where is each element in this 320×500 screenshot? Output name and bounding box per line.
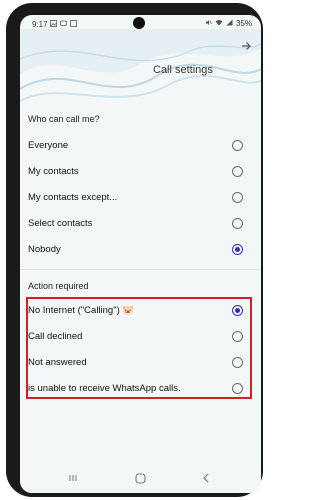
- battery-percentage: 35%: [235, 19, 252, 28]
- wifi-icon: [215, 19, 223, 28]
- radio-button[interactable]: [232, 192, 243, 203]
- option-label: Select contacts: [28, 218, 93, 229]
- home-icon[interactable]: [135, 473, 146, 487]
- option-my-contacts-except[interactable]: My contacts except...: [20, 186, 261, 210]
- radio-button[interactable]: [232, 140, 243, 151]
- radio-button[interactable]: [232, 218, 243, 229]
- navigation-bar: [20, 467, 261, 493]
- recents-icon[interactable]: [68, 473, 78, 486]
- section-divider: [20, 269, 261, 270]
- screen: 9:17 35% Call settings Who can call me? …: [20, 15, 261, 493]
- highlight-box: [26, 297, 252, 399]
- action-required-heading: Action required: [28, 281, 89, 291]
- camera-notch: [133, 17, 145, 29]
- option-everyone[interactable]: Everyone: [20, 134, 261, 158]
- status-system-icons: 35%: [205, 19, 252, 28]
- radio-button[interactable]: [232, 166, 243, 177]
- header-wave-decoration: [20, 29, 261, 102]
- option-label: Nobody: [28, 244, 61, 255]
- radio-button-selected[interactable]: [232, 244, 243, 255]
- mute-icon: [205, 19, 212, 28]
- phone-frame: 9:17 35% Call settings Who can call me? …: [6, 3, 263, 497]
- status-notification-icons: [50, 20, 77, 29]
- option-label: My contacts: [28, 166, 79, 177]
- option-label: My contacts except...: [28, 192, 118, 203]
- option-select-contacts[interactable]: Select contacts: [20, 212, 261, 236]
- back-icon[interactable]: [201, 473, 211, 486]
- status-time: 9:17: [32, 20, 48, 29]
- page-title: Call settings: [153, 64, 213, 76]
- gallery-icon: [50, 20, 57, 29]
- option-nobody[interactable]: Nobody: [20, 238, 261, 262]
- gallery-icon: [70, 20, 77, 29]
- option-label: Everyone: [28, 140, 69, 151]
- message-icon: [60, 20, 67, 29]
- signal-icon: [226, 19, 233, 28]
- arrow-right-icon[interactable]: [241, 39, 251, 54]
- option-my-contacts[interactable]: My contacts: [20, 160, 261, 184]
- who-can-call-heading: Who can call me?: [28, 114, 100, 124]
